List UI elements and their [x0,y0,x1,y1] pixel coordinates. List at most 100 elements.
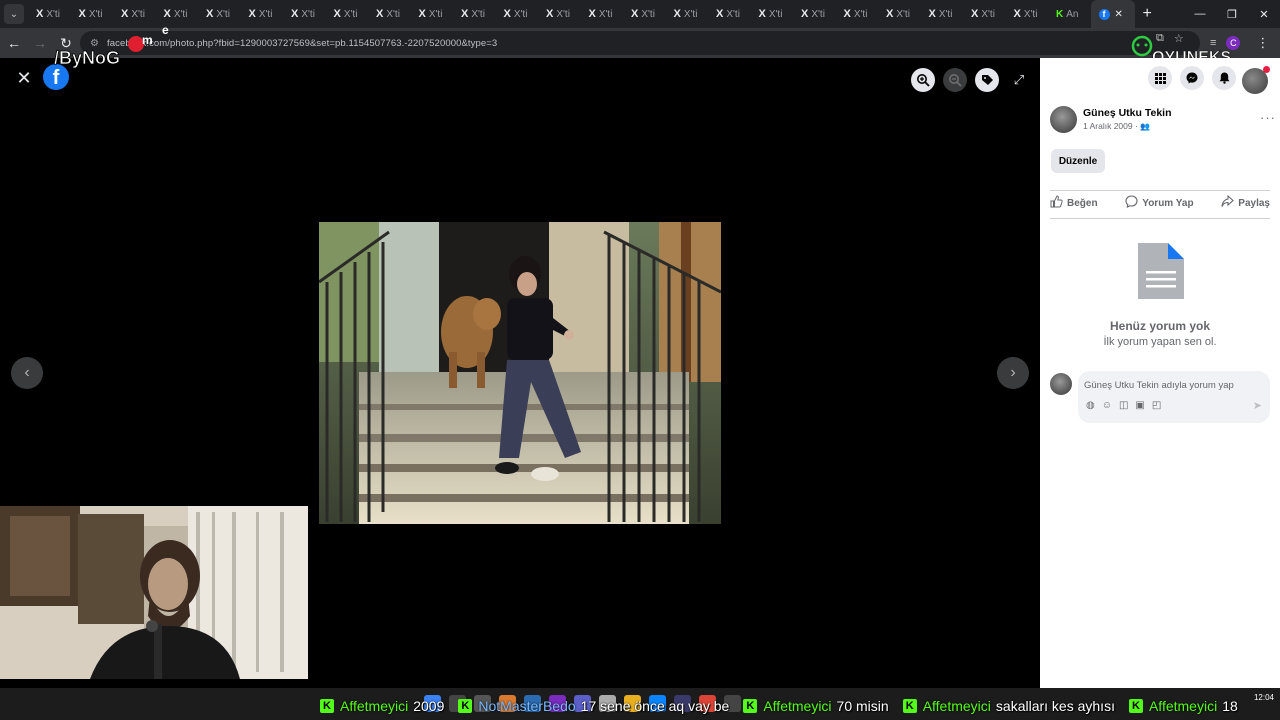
tab-title: An [1066,8,1079,20]
gif-icon[interactable]: ▣ [1135,400,1144,411]
browser-tab[interactable]: X X'ti [666,0,709,28]
x-logo-icon: X [886,8,894,20]
minimize-icon[interactable]: — [1184,0,1216,28]
browser-tab[interactable]: K An [1048,0,1091,28]
browser-tab[interactable]: X X'ti [368,0,411,28]
comment-input[interactable] [1084,378,1264,392]
send-icon[interactable]: ➤ [1253,399,1262,412]
commenter-avatar[interactable] [1050,373,1072,395]
x-logo-icon: X [121,8,129,20]
browser-tab[interactable]: X X'ti [198,0,241,28]
browser-tab[interactable]: X X'ti [623,0,666,28]
browser-tab-strip: ⌄ X X'ti X X'ti X X'ti X X'ti X X'ti X X'ti X X'ti X X'… [0,0,1280,28]
browser-tab[interactable]: X X'ti [836,0,879,28]
more-options-icon[interactable]: ··· [1260,110,1276,125]
browser-tab[interactable]: X X'ti [241,0,284,28]
comment-button[interactable]: Yorum Yap [1125,195,1194,211]
messenger-icon[interactable] [1180,66,1204,90]
share-arrow-icon [1221,194,1235,211]
no-comments-subtitle: İlk yorum yapan sen ol. [1103,336,1217,348]
previous-photo-icon[interactable]: ‹ [11,357,43,389]
browser-tab[interactable]: X X'ti [963,0,1006,28]
kick-logo-icon: K [743,699,758,713]
share-button[interactable]: Paylaş [1221,194,1270,211]
close-window-icon[interactable]: ✕ [1248,0,1280,28]
menu-grid-icon[interactable] [1148,66,1172,90]
comment-box[interactable]: ◍ ☺ ◫ ▣ ◰ ➤ [1078,371,1270,423]
camera-icon[interactable]: ◫ [1119,400,1128,411]
author-avatar[interactable] [1050,106,1077,133]
sticker-icon[interactable]: ◰ [1152,400,1161,411]
x-logo-icon: X [673,8,681,20]
restore-icon[interactable]: ❐ [1216,0,1248,28]
address-bar[interactable]: ⚙ facebook.com/photo.php?fbid=1290003727… [80,31,1200,55]
browser-tab[interactable]: X X'ti [326,0,369,28]
account-avatar[interactable] [1242,66,1270,94]
tab-title: X'ti [88,8,103,20]
tab-title: X'ti [513,8,528,20]
x-logo-icon: X [758,8,766,20]
post-date[interactable]: 1 Aralık 2009 · [1083,121,1138,131]
browser-menu-icon[interactable]: ⋮ [1256,35,1269,51]
browser-tab[interactable]: X X'ti [751,0,794,28]
emoji-icon[interactable]: ☺ [1102,400,1112,411]
comment-bubble-icon [1125,195,1138,211]
next-photo-icon[interactable]: › [997,357,1029,389]
close-tab-icon[interactable]: ✕ [1115,9,1123,20]
zoom-out-icon[interactable] [943,68,967,92]
chat-username: Affetmeyici [922,698,991,714]
x-logo-icon: X [291,8,299,20]
forward-icon[interactable]: → [28,31,52,55]
browser-tab[interactable]: X X'ti [283,0,326,28]
svg-text:e: e [162,23,169,37]
tab-search-button[interactable]: ⌄ [4,4,24,24]
like-button[interactable]: Beğen [1050,195,1098,211]
browser-tab[interactable]: X X'ti [921,0,964,28]
back-icon[interactable]: ← [2,31,26,55]
kick-logo-icon: K [1128,699,1143,713]
document-icon [1136,241,1186,301]
browser-tab[interactable]: X X'ti [581,0,624,28]
x-logo-icon: X [631,8,639,20]
x-logo-icon: X [588,8,596,20]
chat-message: K Affetmeyici sakalları kes ayhısı [902,698,1115,714]
zoom-in-icon[interactable] [911,68,935,92]
avatar-sticker-icon[interactable]: ◍ [1086,400,1095,411]
browser-tab[interactable]: X X'ti [496,0,539,28]
browser-tab[interactable]: X X'ti [793,0,836,28]
new-tab-button[interactable]: + [1143,5,1152,23]
kick-logo-icon: K [902,699,917,713]
kick-logo-icon: K [1056,8,1064,20]
tab-title: X'ti [173,8,188,20]
tab-title: X'ti [258,8,273,20]
browser-tab[interactable]: X X'ti [708,0,751,28]
browser-tab[interactable]: X X'ti [453,0,496,28]
x-logo-icon: X [1013,8,1021,20]
close-viewer-icon[interactable]: ✕ [14,68,34,88]
kick-logo-icon: K [320,699,334,713]
browser-tab[interactable]: X X'ti [538,0,581,28]
browser-tab[interactable]: X X'ti [878,0,921,28]
browser-tab-active[interactable]: f ✕ [1090,0,1135,28]
kick-logo-icon: K [458,699,473,713]
author-name[interactable]: Güneş Utku Tekin [1083,107,1172,119]
system-clock: 12:04 [1254,693,1274,703]
post-header: Güneş Utku Tekin 1 Aralık 2009 · 👥 ··· [1050,106,1276,134]
edit-button[interactable]: Düzenle [1051,149,1105,173]
x-logo-icon: X [78,8,86,20]
browser-tab[interactable]: X X'ti [1006,0,1049,28]
x-logo-icon: X [461,8,469,20]
window-controls: — ❐ ✕ [1184,0,1280,28]
comment-label: Yorum Yap [1142,197,1194,209]
tag-icon[interactable] [975,68,999,92]
chat-username: Affetmeyici [1148,698,1218,714]
chat-text: sakalları kes ayhısı [995,698,1115,714]
post-actions: Beğen Yorum Yap Paylaş [1050,192,1270,214]
chat-message: K Affetmeyici 70 misin [743,698,889,714]
x-logo-icon: X [546,8,554,20]
tab-title: X'ti [428,8,443,20]
fullscreen-icon[interactable]: ⤢ [1007,68,1031,92]
browser-tab[interactable]: X X'ti [411,0,454,28]
post-sidebar: Güneş Utku Tekin 1 Aralık 2009 · 👥 ··· D… [1040,58,1280,688]
notifications-bell-icon[interactable] [1212,66,1236,90]
